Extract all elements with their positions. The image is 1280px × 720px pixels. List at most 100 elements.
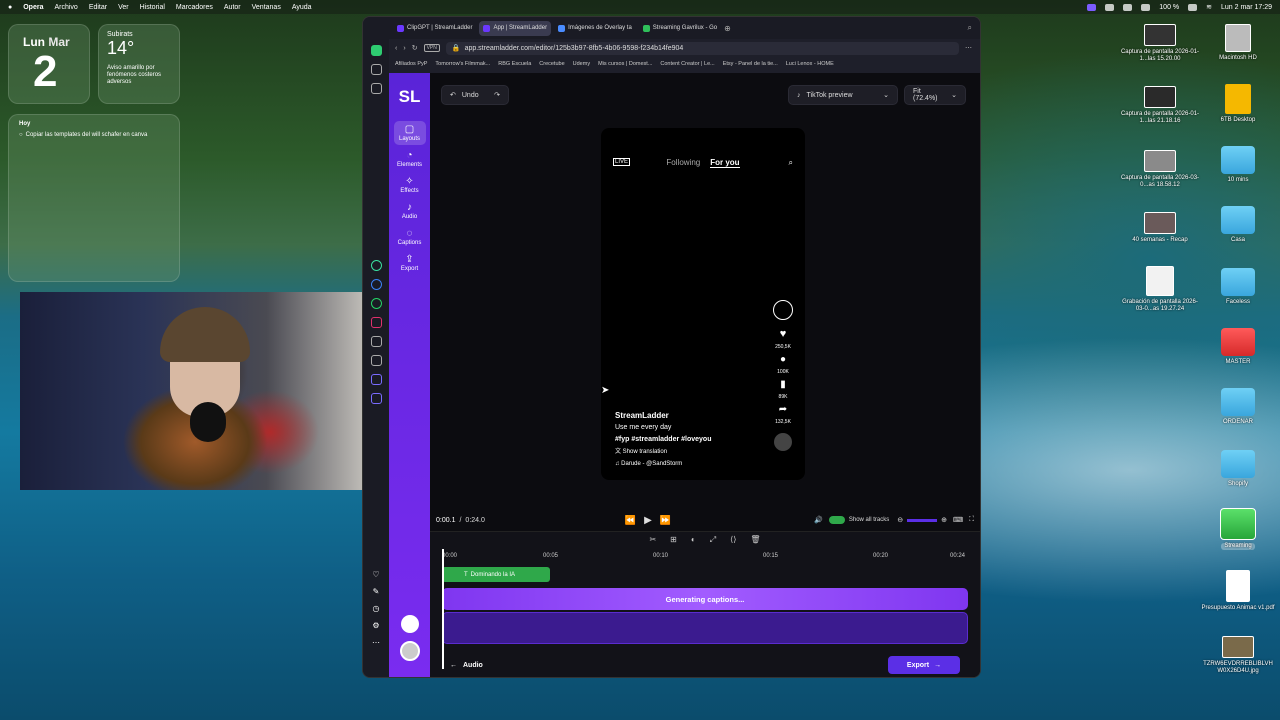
desktop-folder[interactable]: ORDENAR bbox=[1198, 388, 1278, 426]
apple-icon[interactable]: ● bbox=[8, 4, 12, 11]
workspace-icon[interactable] bbox=[370, 45, 382, 56]
x-icon[interactable] bbox=[370, 355, 382, 366]
redo-icon[interactable]: ↷ bbox=[494, 91, 500, 99]
messenger-icon[interactable] bbox=[370, 279, 382, 290]
back-icon[interactable]: ‹ bbox=[395, 45, 397, 52]
desktop-folder[interactable]: 10 mins bbox=[1198, 146, 1278, 184]
menu-app-name[interactable]: Opera bbox=[23, 4, 43, 11]
menu-marcadores[interactable]: Marcadores bbox=[176, 4, 213, 11]
fullscreen-icon[interactable]: ⛶ bbox=[969, 516, 974, 524]
code-icon[interactable]: ⟨⟩ bbox=[730, 535, 736, 545]
text-clip[interactable]: T Dominando la IA bbox=[442, 567, 550, 582]
back-arrow-icon[interactable]: ← bbox=[450, 662, 457, 669]
video-track[interactable] bbox=[442, 612, 968, 644]
tab-imagenes-overlay[interactable]: Imágenes de Overlay ta bbox=[554, 21, 636, 36]
instagram-icon[interactable] bbox=[370, 317, 382, 328]
desktop-file[interactable]: Captura de pantalla 2026-03-0...as 18.58… bbox=[1120, 150, 1200, 189]
vpn-badge-icon[interactable]: VPN bbox=[423, 44, 440, 52]
weather-widget[interactable]: Subirats 14° Aviso amarillo por fenómeno… bbox=[98, 24, 180, 104]
discord-icon[interactable] bbox=[370, 393, 382, 404]
bookmark-item[interactable]: Crecetube bbox=[539, 61, 564, 67]
desktop-disk[interactable]: Macintosh HD bbox=[1198, 24, 1278, 62]
avatar[interactable] bbox=[399, 641, 420, 661]
add-icon[interactable]: ⊞ bbox=[670, 535, 677, 545]
menu-editar[interactable]: Editar bbox=[89, 4, 107, 11]
tiktok-icon[interactable] bbox=[370, 336, 382, 347]
status-icon[interactable] bbox=[1123, 3, 1133, 11]
desktop-file[interactable]: Grabación de pantalla 2026-03-0...as 19.… bbox=[1120, 266, 1200, 313]
menu-historial[interactable]: Historial bbox=[140, 4, 165, 11]
tab-app-streamladder[interactable]: App | StreamLadder bbox=[479, 20, 552, 36]
tab-streaming-gavrilux[interactable]: Streaming Gavrilux - Go bbox=[639, 21, 721, 36]
chatgpt-icon[interactable] bbox=[370, 260, 382, 271]
fit-select[interactable]: Fit (72.4%) ⌄ bbox=[904, 85, 966, 105]
bookmark-item[interactable]: Luci Lenox - HOME bbox=[786, 61, 834, 67]
trash-icon[interactable]: 🗑 bbox=[750, 535, 760, 545]
zoom-slider[interactable] bbox=[907, 518, 938, 522]
search-tabs-icon[interactable]: ⌕ bbox=[968, 23, 972, 33]
nav-layouts[interactable]: ▢ Layouts bbox=[393, 121, 426, 145]
nav-audio[interactable]: ♪ Audio bbox=[394, 199, 426, 223]
desktop-file[interactable]: Captura de pantalla 2026-01-1...las 15.2… bbox=[1120, 24, 1200, 63]
nav-effects[interactable]: ✧ Effects bbox=[394, 173, 426, 197]
nav-elements[interactable]: ◔ Elements bbox=[394, 147, 426, 171]
settings-icon[interactable]: ⚙ bbox=[372, 621, 379, 630]
new-tab-icon[interactable]: ⊕ bbox=[724, 24, 731, 33]
reminder-item[interactable]: ○ Copiar las templates del will schafer … bbox=[19, 132, 169, 138]
menu-autor[interactable]: Autor bbox=[224, 4, 241, 11]
extensions-icon[interactable]: ⋯ bbox=[965, 44, 972, 52]
bookmark-item[interactable]: Etsy - Panel de la tie... bbox=[723, 61, 778, 67]
desktop-folder[interactable]: Faceless bbox=[1198, 268, 1278, 306]
undo-button[interactable]: ↶ Undo ↷ bbox=[441, 85, 509, 105]
status-icon[interactable] bbox=[1087, 3, 1097, 11]
bookmark-item[interactable]: RBG Escuela bbox=[498, 61, 531, 67]
edit-icon[interactable]: ✎ bbox=[373, 587, 380, 596]
desktop-folder[interactable]: MASTER bbox=[1198, 328, 1278, 366]
rewind-icon[interactable]: ⏪ bbox=[625, 515, 636, 526]
bookmark-item[interactable]: Tomorrow's Filmmak... bbox=[435, 61, 490, 67]
nav-export[interactable]: ⇪ Export bbox=[394, 251, 426, 275]
status-icon[interactable] bbox=[1141, 3, 1151, 11]
menu-ver[interactable]: Ver bbox=[118, 4, 129, 11]
desktop-file[interactable]: 40 semanas - Recap bbox=[1120, 212, 1200, 244]
volume-icon[interactable]: 🔊 bbox=[814, 516, 823, 524]
zoom-out-icon[interactable]: ⊖ bbox=[897, 516, 903, 524]
menu-archivo[interactable]: Archivo bbox=[54, 4, 77, 11]
tab-clipgpt[interactable]: ClipGPT | StreamLadder bbox=[393, 21, 476, 36]
nav-captions[interactable]: ◌ Captions bbox=[394, 225, 426, 249]
calendar-widget[interactable]: Lun Mar 2 bbox=[8, 24, 90, 104]
checkbox-icon[interactable]: ○ bbox=[19, 132, 23, 138]
forward-icon[interactable]: ⏩ bbox=[660, 515, 671, 526]
playhead[interactable] bbox=[442, 549, 444, 669]
bookmark-item[interactable]: Mis cursos | Domest... bbox=[598, 61, 652, 67]
menu-ayuda[interactable]: Ayuda bbox=[292, 4, 312, 11]
preview-select[interactable]: ♪ TikTok preview ⌄ bbox=[788, 85, 898, 105]
heart-icon[interactable]: ♡ bbox=[372, 570, 379, 579]
zoom-in-icon[interactable]: ⊕ bbox=[941, 516, 947, 524]
bookmark-item[interactable]: Content Creator | Le... bbox=[660, 61, 714, 67]
desktop-disk[interactable]: 6TB Desktop bbox=[1198, 84, 1278, 124]
back-audio-button[interactable]: Audio bbox=[463, 662, 483, 669]
more-icon[interactable]: ⋯ bbox=[372, 638, 380, 647]
show-tracks-toggle[interactable] bbox=[828, 516, 845, 524]
desktop-file[interactable]: TZRW6EVDRREBLIBLVH W0X26D4U.jpg bbox=[1198, 636, 1278, 675]
cut-icon[interactable]: ✂ bbox=[649, 535, 656, 545]
play-icon[interactable]: ▶ bbox=[644, 515, 652, 526]
status-icon[interactable] bbox=[1105, 3, 1115, 11]
export-button[interactable]: Export → bbox=[888, 656, 960, 674]
player-icon[interactable] bbox=[370, 374, 382, 385]
menu-ventanas[interactable]: Ventanas bbox=[252, 4, 281, 11]
palette-icon[interactable]: ◐ bbox=[691, 535, 696, 545]
reload-icon[interactable]: ↻ bbox=[412, 44, 418, 52]
forward-icon[interactable]: › bbox=[403, 45, 405, 52]
desktop-file[interactable]: Presupuesto Animac v1.pdf bbox=[1198, 570, 1278, 612]
user-badge-icon[interactable] bbox=[400, 615, 419, 633]
whatsapp-icon[interactable] bbox=[370, 298, 382, 309]
bookmark-item[interactable]: Afiliados PyP bbox=[395, 61, 427, 67]
reminders-widget[interactable]: Hoy ○ Copiar las templates del will scha… bbox=[8, 114, 180, 282]
bookmark-item[interactable]: Udemy bbox=[573, 61, 590, 67]
expand-icon[interactable]: ⤢ bbox=[710, 535, 716, 545]
history-icon[interactable]: ◷ bbox=[373, 604, 380, 613]
desktop-file[interactable]: Captura de pantalla 2026-01-1...las 21.1… bbox=[1120, 86, 1200, 125]
url-field[interactable]: 🔒 app.streamladder.com/editor/125b3b97-8f… bbox=[445, 41, 959, 55]
